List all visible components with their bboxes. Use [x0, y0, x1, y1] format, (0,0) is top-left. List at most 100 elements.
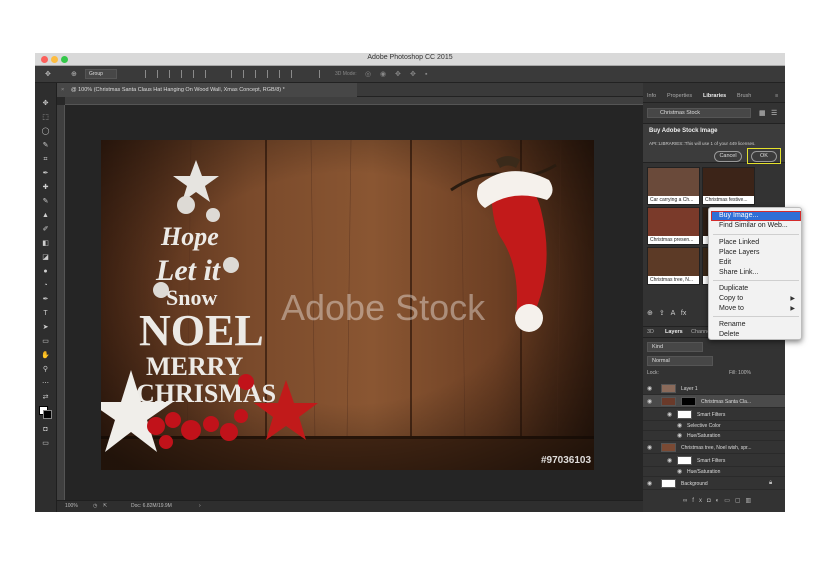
- align-center-icon[interactable]: [193, 70, 194, 78]
- new-layer-icon[interactable]: ▢: [735, 498, 746, 504]
- layer-row[interactable]: ◉ Christmas Santa Cla...: [643, 395, 785, 408]
- close-document-icon[interactable]: ×: [61, 83, 64, 97]
- visibility-eye-icon[interactable]: ◉: [647, 480, 652, 487]
- menu-item-move-to[interactable]: Move to: [719, 304, 744, 313]
- add-content-icon[interactable]: ⊕: [647, 310, 653, 317]
- path-select-tool-icon[interactable]: ➤: [40, 323, 51, 333]
- 3d-roll-icon[interactable]: ◉: [380, 70, 386, 79]
- library-thumb-2[interactable]: Christmas festive...: [702, 167, 755, 205]
- filter-row[interactable]: ◉ Selective Color: [643, 421, 785, 431]
- visibility-eye-icon[interactable]: ◉: [677, 422, 682, 429]
- move-tool-icon[interactable]: ✥: [45, 70, 51, 79]
- tab-3d[interactable]: 3D: [647, 329, 654, 335]
- ok-button[interactable]: OK: [751, 151, 777, 162]
- distribute-bottom-icon[interactable]: [255, 70, 256, 78]
- upload-icon[interactable]: ⇪: [659, 310, 665, 317]
- 3d-scale-icon[interactable]: ▪: [425, 70, 427, 79]
- distribute-top-icon[interactable]: [231, 70, 232, 78]
- distribute-left-icon[interactable]: [267, 70, 268, 78]
- menu-item-rename[interactable]: Rename: [719, 320, 745, 329]
- fill-readout[interactable]: Fill: 100%: [729, 370, 751, 376]
- layer-row[interactable]: ◉ Background 🔒︎: [643, 477, 785, 490]
- layer-row[interactable]: ◉ Layer 1: [643, 382, 785, 395]
- menu-item-place-layers[interactable]: Place Layers: [719, 248, 759, 257]
- menu-item-place-linked[interactable]: Place Linked: [719, 238, 759, 247]
- menu-item-delete[interactable]: Delete: [719, 330, 739, 339]
- type-tool-icon[interactable]: T: [40, 309, 51, 319]
- menu-item-share-link[interactable]: Share Link...: [719, 268, 758, 277]
- tab-libraries[interactable]: Libraries: [703, 93, 726, 99]
- filter-row[interactable]: ◉ Hue/Saturation: [643, 431, 785, 441]
- list-view-icon[interactable]: ☰: [771, 109, 777, 117]
- swap-colors-icon[interactable]: ⇄: [40, 393, 51, 403]
- blur-tool-icon[interactable]: ●: [40, 267, 51, 277]
- auto-select-icon[interactable]: ⊕: [71, 70, 77, 79]
- visibility-eye-icon[interactable]: ◉: [667, 411, 672, 418]
- adjustment-icon[interactable]: ◐: [716, 498, 725, 504]
- healing-tool-icon[interactable]: ✚: [40, 183, 51, 193]
- 3d-pan-icon[interactable]: ✥: [395, 70, 401, 79]
- canvas-area[interactable]: Hope Let it Snow NOEL MERRY CHRISMAS Ado…: [65, 105, 643, 500]
- crop-tool-icon[interactable]: ⌗: [40, 155, 51, 165]
- visibility-eye-icon[interactable]: ◉: [667, 457, 672, 464]
- tab-brush[interactable]: Brush: [737, 93, 751, 99]
- eraser-tool-icon[interactable]: ◧: [40, 239, 51, 249]
- menu-item-duplicate[interactable]: Duplicate: [719, 284, 748, 293]
- fx-icon[interactable]: fx: [681, 310, 686, 317]
- distribute-middle-icon[interactable]: [243, 70, 244, 78]
- link-layers-icon[interactable]: ∞: [683, 498, 692, 504]
- visibility-eye-icon[interactable]: ◉: [677, 432, 682, 439]
- status-menu-arrow-icon[interactable]: ›: [199, 503, 201, 509]
- library-thumb-5[interactable]: Christmas tree, N...: [647, 247, 700, 285]
- tab-layers[interactable]: Layers: [665, 329, 683, 335]
- visibility-eye-icon[interactable]: ◉: [677, 468, 682, 475]
- 3d-orbit-icon[interactable]: ◎: [365, 70, 371, 79]
- stamp-tool-icon[interactable]: ▲: [40, 211, 51, 221]
- text-style-icon[interactable]: A: [671, 310, 675, 317]
- distribute-center-icon[interactable]: [279, 70, 280, 78]
- panel-menu-icon[interactable]: ≡: [775, 93, 778, 99]
- tab-info[interactable]: Info: [647, 93, 656, 99]
- align-top-icon[interactable]: [145, 70, 146, 78]
- hand-tool-icon[interactable]: ✋: [40, 351, 51, 361]
- add-mask-icon[interactable]: ◘: [707, 498, 716, 504]
- screen-mode-icon[interactable]: ▭: [40, 439, 51, 449]
- cancel-button[interactable]: Cancel: [714, 151, 742, 162]
- library-thumb-3[interactable]: Christmas presen...: [647, 207, 700, 245]
- history-brush-tool-icon[interactable]: ✐: [40, 225, 51, 235]
- marquee-tool-icon[interactable]: ⬚: [40, 113, 51, 123]
- grid-view-icon[interactable]: ▦: [759, 109, 766, 117]
- christmas-photo[interactable]: Hope Let it Snow NOEL MERRY CHRISMAS Ado…: [101, 140, 594, 470]
- library-dropdown[interactable]: Christmas Stock: [647, 108, 751, 118]
- eyedropper-tool-icon[interactable]: ✒: [40, 169, 51, 179]
- share-icon[interactable]: ◷: [93, 503, 97, 509]
- trash-icon[interactable]: ▥: [746, 498, 757, 504]
- visibility-eye-icon[interactable]: ◉: [647, 385, 652, 392]
- new-group-icon[interactable]: ▭: [724, 498, 735, 504]
- align-left-icon[interactable]: [181, 70, 182, 78]
- export-icon[interactable]: ⇱: [103, 503, 107, 509]
- visibility-eye-icon[interactable]: ◉: [647, 398, 652, 405]
- menu-item-find-similar[interactable]: Find Similar on Web...: [719, 221, 788, 230]
- align-middle-icon[interactable]: [157, 70, 158, 78]
- lasso-tool-icon[interactable]: ◯: [40, 127, 51, 137]
- brush-tool-icon[interactable]: ✎: [40, 197, 51, 207]
- auto-align-icon[interactable]: [319, 70, 320, 78]
- quick-select-tool-icon[interactable]: ✎: [40, 141, 51, 151]
- bucket-tool-icon[interactable]: ◪: [40, 253, 51, 263]
- 3d-slide-icon[interactable]: ✥: [410, 70, 416, 79]
- pen-tool-icon[interactable]: ✒: [40, 295, 51, 305]
- more-tools-icon[interactable]: ⋯: [40, 379, 51, 389]
- fx-icon[interactable]: fx: [692, 498, 707, 504]
- shape-tool-icon[interactable]: ▭: [40, 337, 51, 347]
- layer-row[interactable]: ◉ Christmas tree, Noel wish, spr...: [643, 441, 785, 454]
- filter-row[interactable]: ◉ Hue/Saturation: [643, 467, 785, 477]
- smart-filters-row[interactable]: ◉ Smart Filters: [643, 408, 785, 421]
- library-thumb-1[interactable]: Car carrying a Ch...: [647, 167, 700, 205]
- visibility-eye-icon[interactable]: ◉: [647, 444, 652, 451]
- layer-filter-dropdown[interactable]: Kind: [647, 342, 703, 352]
- blend-mode-dropdown[interactable]: Normal: [647, 356, 713, 366]
- move-tool-icon[interactable]: ✥: [40, 99, 51, 109]
- background-color-swatch[interactable]: [43, 410, 52, 419]
- auto-select-dropdown[interactable]: Group: [85, 69, 117, 79]
